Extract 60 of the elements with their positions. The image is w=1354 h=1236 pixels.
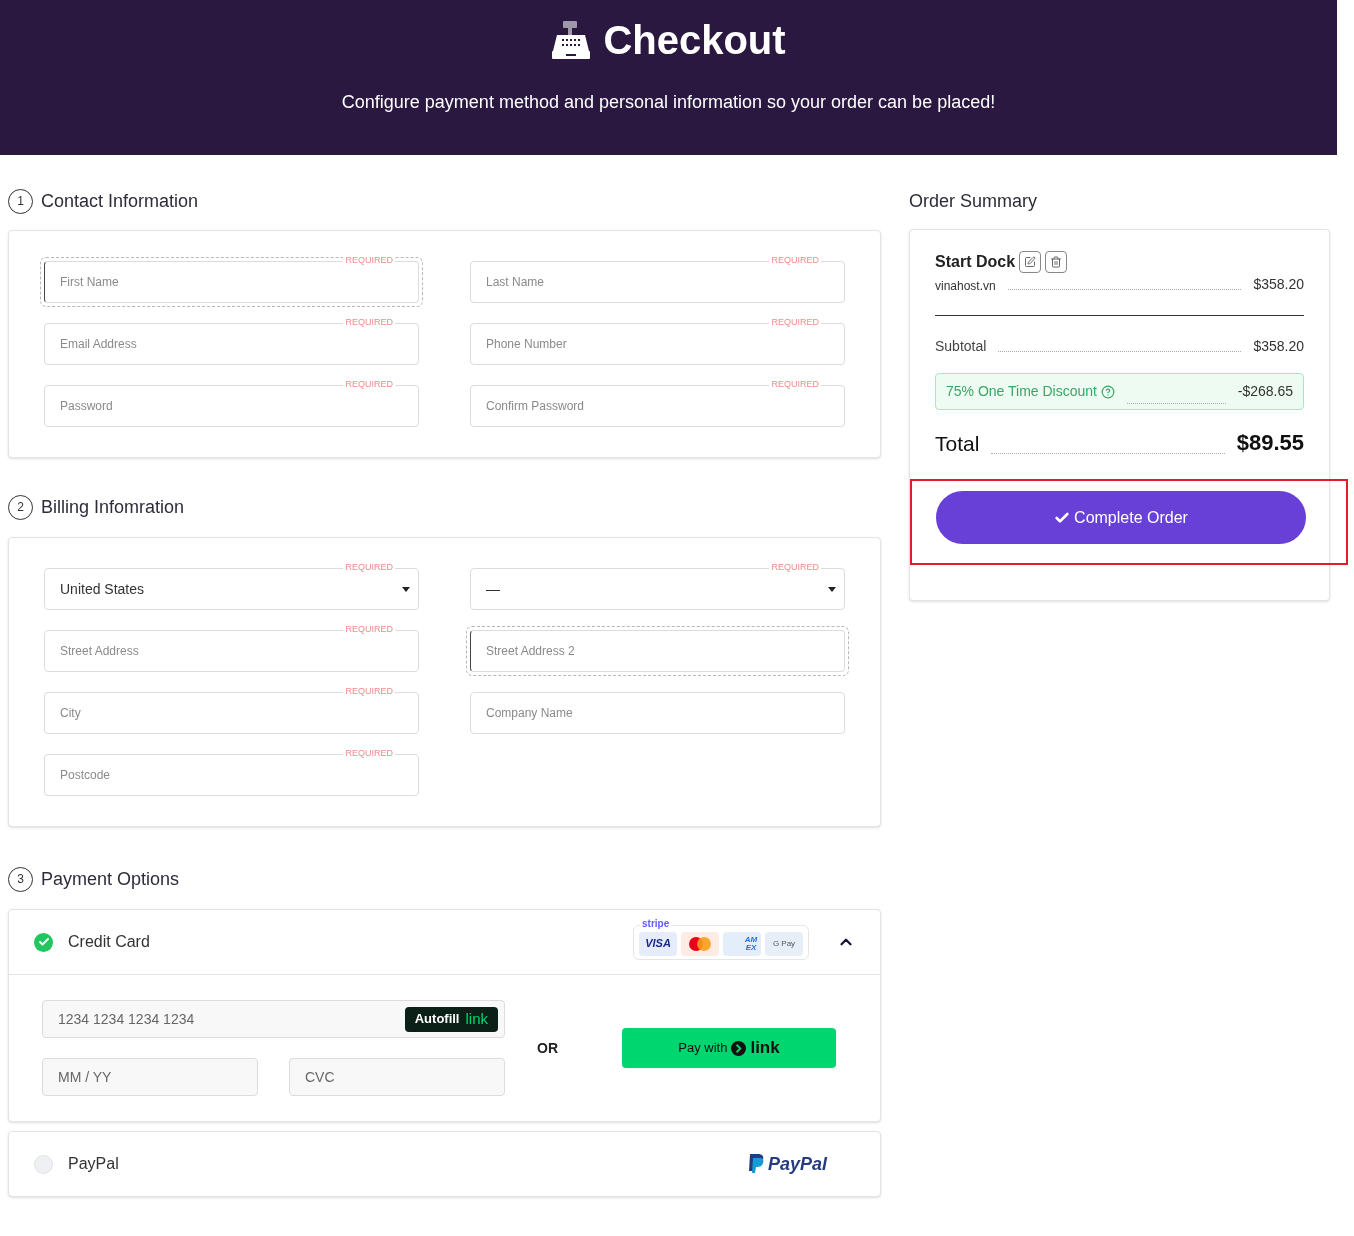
card-logo: G Pay [765,931,803,956]
discount-value: -$268.65 [1237,382,1293,401]
radio-button[interactable] [34,1154,53,1174]
section-title: Contact Information [41,189,199,213]
card-logo: VISA [639,931,677,956]
caret-icon [828,586,836,592]
payment-option-header[interactable]: Credit Card stripe VISA AM EX G Pay [9,910,880,974]
required-label: REQUIRED [343,686,395,697]
dropdown-value: United States [60,579,145,599]
required-label: REQUIRED [769,562,821,573]
subtotal-value: $358.20 [1253,337,1304,356]
total-value: $89.55 [1236,429,1304,457]
trash-icon [1050,256,1063,268]
pay-with-link-button[interactable]: Pay with link [622,1028,836,1068]
summary-title: Order Summary [909,189,1038,213]
required-label: REQUIRED [343,562,395,573]
help-icon[interactable] [1100,384,1115,399]
dropdown-value: — [486,579,500,599]
caret-icon [402,586,410,592]
cash-register-icon [551,20,592,60]
required-label: REQUIRED [769,379,821,390]
discount-label: 75% One Time Discount [946,382,1097,401]
required-label: REQUIRED [343,379,395,390]
edit-button[interactable] [1019,251,1042,273]
edit-icon [1024,256,1037,268]
required-label: REQUIRED [343,624,395,635]
delete-button[interactable] [1045,251,1068,273]
card-number-field[interactable]: 1234 1234 1234 1234 Autofill link [42,1000,505,1038]
cvc-field[interactable]: CVC [289,1058,505,1096]
input-field[interactable]: Company Name [470,692,845,734]
autofill-button[interactable]: Autofill link [404,1006,498,1032]
chevron-circle-icon [731,1040,747,1056]
total-label: Total [935,430,980,457]
stripe-caption: stripe [640,917,672,930]
radio-button[interactable] [34,932,53,952]
subtotal-label: Subtotal [935,337,987,356]
paypal-logo: PayPal [747,1150,827,1178]
payment-option-label: PayPal [68,1154,119,1174]
section-title: Payment Options [41,867,180,891]
input-field[interactable]: Street Address 2 [470,630,845,672]
complete-order-button[interactable]: Complete Order [936,491,1306,544]
product-name: Start Dock [935,252,1016,272]
card-logo: AM EX [723,931,761,956]
section-title: Billing Infomration [41,495,185,519]
or-separator: OR [537,1038,558,1058]
product-price: $358.20 [1253,275,1304,294]
page-subtitle: Configure payment method and personal information so your order can be placed! [341,91,996,114]
required-label: REQUIRED [769,255,821,266]
required-label: REQUIRED [343,317,395,328]
required-label: REQUIRED [343,255,395,266]
page-title: Checkout [603,17,786,63]
payment-option-header[interactable]: PayPal PayPal [9,1132,880,1196]
product-domain: vinahost.vn [935,278,996,295]
check-icon [37,936,50,948]
required-label: REQUIRED [769,317,821,328]
overlapping-circles-icon [689,936,711,951]
expiry-field[interactable]: MM / YY [42,1058,258,1096]
required-label: REQUIRED [343,748,395,759]
payment-option-label: Credit Card [68,932,150,952]
paypal-p-icon [747,1154,764,1174]
